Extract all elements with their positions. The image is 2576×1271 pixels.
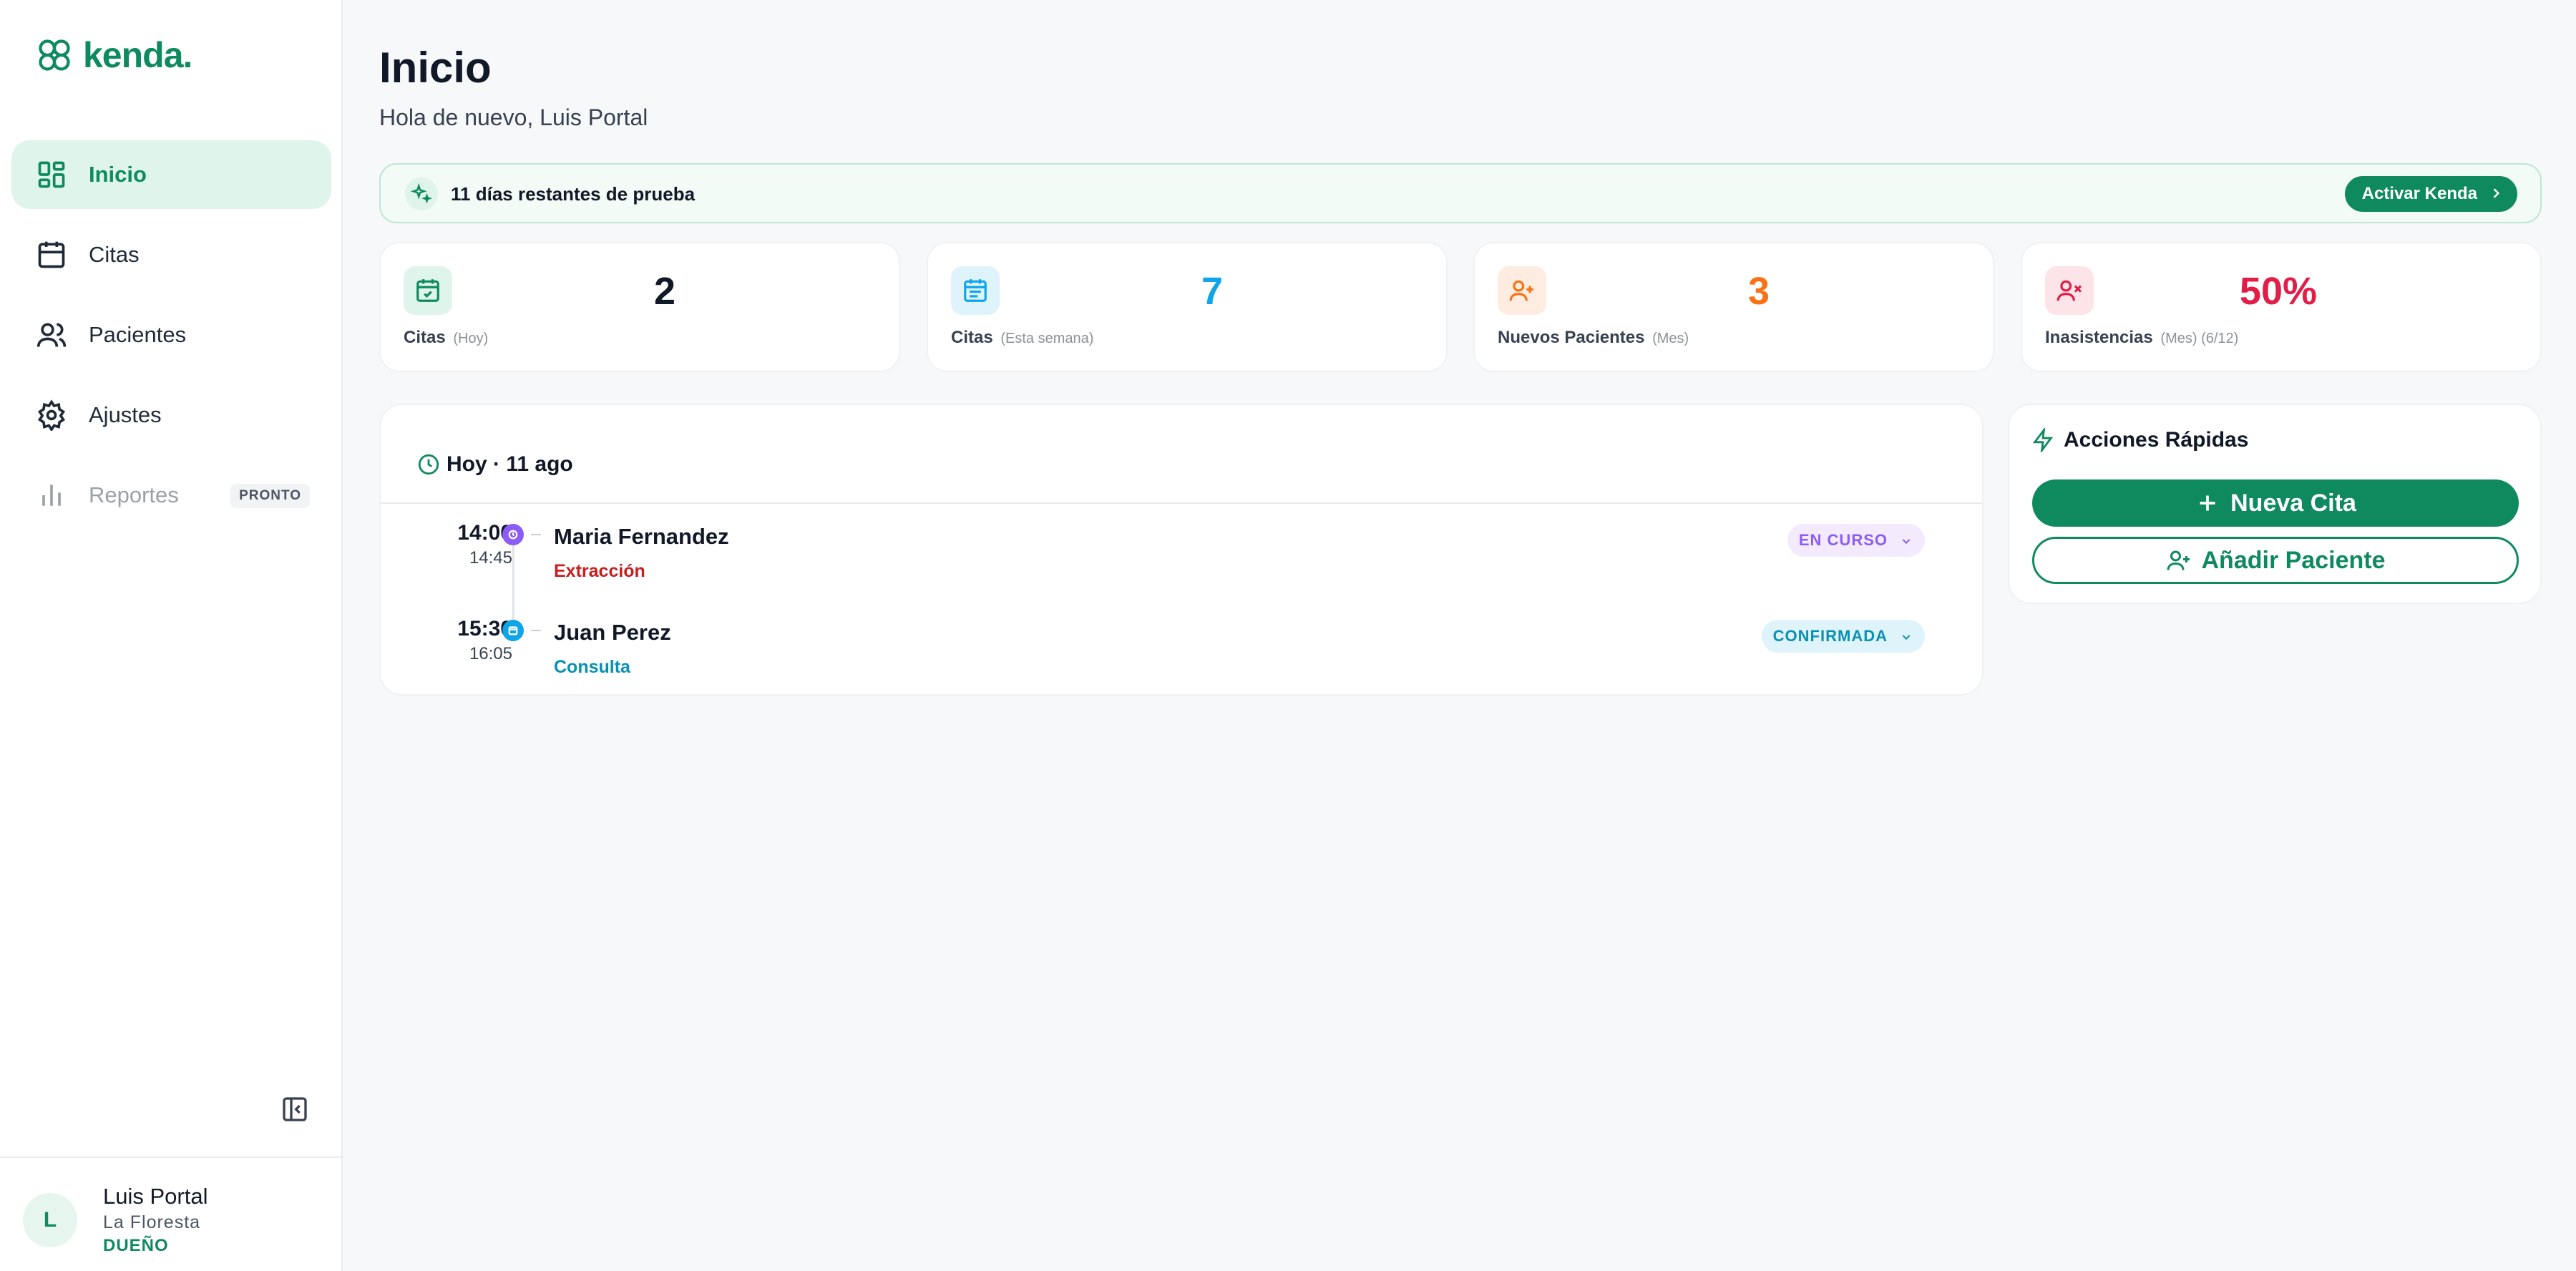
appointment-status-dropdown[interactable]: EN CURSO — [1787, 524, 1925, 557]
sidebar-item-pacientes[interactable]: Pacientes — [11, 301, 331, 369]
stat-label: Inasistencias (Mes) (6/12) — [2045, 328, 2238, 348]
new-appointment-button[interactable]: Nueva Cita — [2032, 479, 2519, 527]
stat-label: Citas (Esta semana) — [951, 328, 1093, 348]
appointment-patient-name: Maria Fernandez — [554, 524, 729, 549]
appointment-type: Extracción — [554, 561, 645, 581]
sidebar: kenda. Inicio Citas Pacientes Ajustes Re… — [0, 0, 343, 1271]
chevron-right-icon — [2493, 188, 2500, 198]
sidebar-item-label: Citas — [89, 242, 140, 267]
appointment-start-time: 15:30 — [457, 617, 512, 641]
agenda-date: Hoy · 11 ago — [447, 452, 573, 476]
avatar: L — [23, 1192, 77, 1247]
kenda-logo-icon — [39, 39, 70, 71]
appointment-end-time: 16:05 — [469, 644, 512, 663]
user-profile[interactable]: L Luis Portal La Floresta DUEÑO — [23, 1184, 208, 1256]
chevron-down-icon — [1902, 539, 1911, 545]
dashboard-icon — [38, 161, 65, 188]
stat-card-citas-hoy[interactable]: 2 Citas (Hoy) — [379, 242, 900, 372]
sidebar-nav: Inicio Citas Pacientes Ajustes Reportes … — [11, 140, 331, 541]
stat-card-citas-semana[interactable]: 7 Citas (Esta semana) — [927, 242, 1448, 372]
lightning-icon — [2032, 428, 2054, 452]
stat-value: 2 — [653, 270, 675, 313]
brand-logo[interactable]: kenda. — [36, 34, 192, 76]
sidebar-item-reportes: Reportes PRONTO — [11, 461, 331, 530]
stat-label-period: (Mes) (6/12) — [2160, 331, 2239, 346]
sidebar-item-ajustes[interactable]: Ajustes — [11, 381, 331, 449]
page-title: Inicio — [379, 44, 492, 92]
stat-label-text: Nuevos Pacientes — [1498, 328, 1645, 347]
users-icon — [36, 323, 67, 347]
stat-label-period: (Esta semana) — [1000, 331, 1094, 346]
plus-icon — [2200, 495, 2215, 511]
sparkle-icon — [405, 177, 438, 210]
stat-label-period: (Mes) — [1652, 331, 1689, 346]
agenda-header: Hoy · 11 ago — [416, 452, 573, 477]
collapse-sidebar-icon — [283, 1097, 307, 1121]
appointment-row[interactable]: 15:30 16:05 Juan Perez Consulta CONFIRMA… — [381, 610, 1982, 696]
stat-value: 50% — [2239, 270, 2317, 313]
status-in-progress-icon — [502, 524, 524, 545]
bar-chart-icon — [42, 484, 61, 506]
user-organization: La Floresta — [103, 1212, 201, 1232]
status-confirmed-icon — [502, 620, 524, 641]
appointment-row[interactable]: 14:00 14:45 Maria Fernandez Extracción E… — [381, 514, 1982, 600]
stat-value: 3 — [1747, 270, 1770, 313]
user-role: DUEÑO — [103, 1236, 169, 1255]
sidebar-item-label: Inicio — [89, 162, 147, 187]
calendar-icon — [38, 241, 65, 268]
add-patient-button[interactable]: Añadir Paciente — [2032, 537, 2519, 584]
activate-kenda-button[interactable]: Activar Kenda — [2344, 176, 2517, 212]
trial-banner: 11 días restantes de prueba Activar Kend… — [379, 163, 2542, 223]
today-agenda-card: Hoy · 11 ago 14:00 14:45 Maria Fernandez… — [379, 404, 1984, 696]
user-plus-icon — [2167, 550, 2190, 570]
stat-label-text: Citas — [951, 328, 993, 347]
gear-icon — [37, 399, 66, 431]
brand-name: kenda. — [83, 35, 192, 75]
appointment-status-label: EN CURSO — [1798, 531, 1888, 549]
user-name: Luis Portal — [103, 1184, 208, 1209]
quick-actions-header: Acciones Rápidas — [2031, 428, 2248, 452]
stat-value: 7 — [1201, 270, 1223, 313]
appointment-status-dropdown[interactable]: CONFIRMADA — [1761, 620, 1925, 653]
sidebar-item-label: Reportes — [89, 482, 179, 507]
collapse-sidebar-button[interactable] — [280, 1095, 309, 1124]
coming-soon-badge: PRONTO — [230, 484, 310, 508]
appointment-start-time: 14:00 — [457, 521, 512, 545]
sidebar-item-citas[interactable]: Citas — [11, 220, 331, 289]
app-root: kenda. Inicio Citas Pacientes Ajustes Re… — [0, 0, 2576, 1271]
appointment-end-time: 14:45 — [469, 548, 512, 568]
chevron-down-icon — [1902, 635, 1911, 641]
clock-icon — [418, 454, 439, 475]
sidebar-item-label: Pacientes — [89, 322, 187, 347]
quick-actions-card: Acciones Rápidas Nueva Cita Añadir Pacie… — [2008, 404, 2542, 604]
user-info: Luis Portal La Floresta DUEÑO — [103, 1184, 208, 1256]
appointment-type: Consulta — [554, 657, 630, 677]
appointment-patient-name: Juan Perez — [554, 620, 671, 645]
appointment-status-label: CONFIRMADA — [1772, 627, 1888, 645]
timeline-tick — [531, 534, 541, 535]
sidebar-item-label: Ajustes — [89, 402, 162, 427]
new-appointment-label: Nueva Cita — [2230, 489, 2356, 517]
quick-actions-title: Acciones Rápidas — [2064, 428, 2249, 452]
page-subtitle: Hola de nuevo, Luis Portal — [379, 104, 648, 130]
stat-card-nuevos-pacientes[interactable]: 3 Nuevos Pacientes (Mes) — [1473, 242, 1994, 372]
stat-label-period: (Hoy) — [453, 331, 489, 346]
add-patient-label: Añadir Paciente — [2201, 546, 2386, 574]
trial-days-remaining: 11 días restantes de prueba — [451, 183, 696, 205]
stat-label-text: Citas — [404, 328, 446, 347]
stat-label: Nuevos Pacientes (Mes) — [1498, 328, 1689, 348]
activate-kenda-label: Activar Kenda — [2361, 184, 2477, 203]
stat-card-inasistencias[interactable]: 50% Inasistencias (Mes) (6/12) — [2021, 242, 2542, 372]
sidebar-item-inicio[interactable]: Inicio — [11, 140, 331, 209]
timeline-tick — [531, 630, 541, 631]
stat-label-text: Inasistencias — [2045, 328, 2153, 347]
agenda-divider — [381, 502, 1982, 504]
sidebar-divider — [0, 1156, 343, 1158]
stat-label: Citas (Hoy) — [404, 328, 488, 348]
